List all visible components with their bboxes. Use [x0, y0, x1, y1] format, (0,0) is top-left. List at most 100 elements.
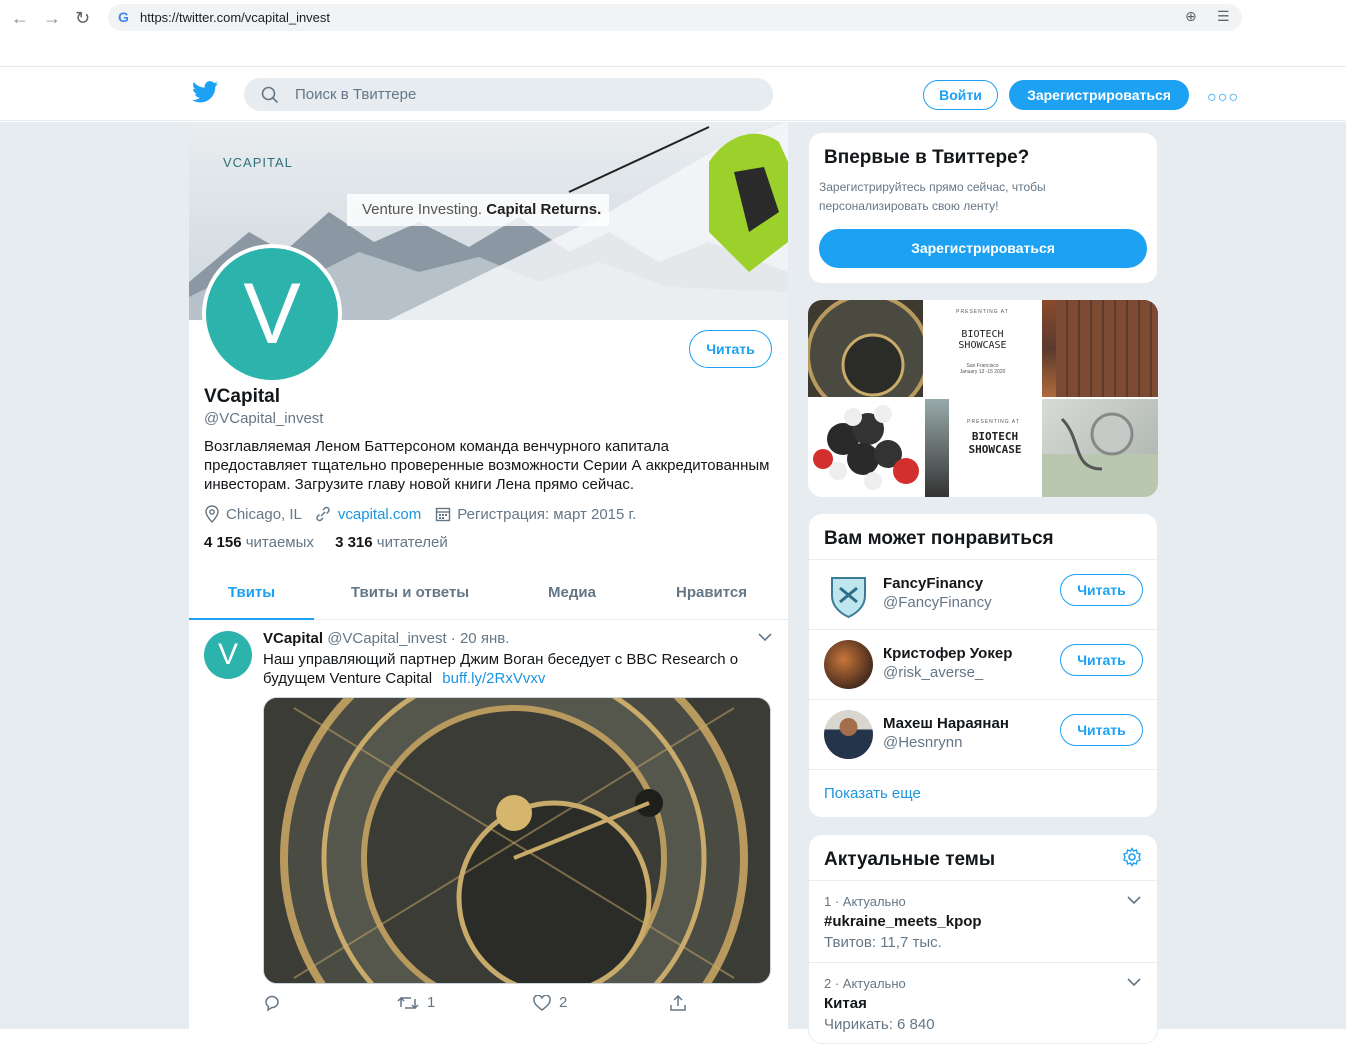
- tweet-avatar[interactable]: V: [204, 631, 252, 679]
- media-mosaic[interactable]: PRESENTING AT BIOTECH SHOWCASE San Franc…: [808, 300, 1158, 497]
- stethoscope-thumbnail: [1042, 412, 1158, 497]
- avatar[interactable]: [824, 570, 873, 619]
- gear-icon[interactable]: [1122, 847, 1142, 867]
- avatar-letter: V: [206, 248, 338, 380]
- profile-handle: @VCapital_invest: [204, 410, 324, 427]
- profile-website[interactable]: vcapital.com: [338, 506, 421, 523]
- link-icon: [316, 506, 330, 522]
- retweet-action[interactable]: 1: [397, 994, 435, 1011]
- signup-card-title: Впервые в Твиттере?: [824, 147, 1030, 168]
- profile-avatar[interactable]: V: [202, 244, 342, 384]
- share-action[interactable]: [669, 994, 687, 1012]
- trend-item[interactable]: 2 · Актуально Китая Чирикать: 6 840: [809, 962, 1157, 1043]
- profile-stats: 4 156 читаемых 3 316 читателей: [204, 534, 448, 551]
- login-button[interactable]: Войти: [923, 80, 998, 110]
- tweet-author[interactable]: VCapital: [263, 630, 323, 647]
- tweet-image[interactable]: [263, 697, 771, 984]
- back-icon[interactable]: ←: [11, 8, 29, 29]
- banner-tagline-bold: Capital Returns.: [486, 201, 602, 218]
- suggested-user-name[interactable]: Кристофер Уокер: [883, 645, 1012, 662]
- chevron-down-icon[interactable]: [758, 632, 772, 642]
- show-more-link[interactable]: Показать еще: [824, 785, 921, 802]
- browser-toolbar: ← → ↻ G https://twitter.com/vcapital_inv…: [0, 0, 1346, 36]
- trend-count: Чирикать: 6 840: [824, 1016, 935, 1033]
- reply-icon: [265, 995, 279, 1012]
- signup-button[interactable]: Зарегистрироваться: [1009, 80, 1189, 110]
- search-input[interactable]: [244, 78, 773, 111]
- mosaic-showcase-small-title: BIOTECH SHOWCASE: [958, 329, 1007, 351]
- mosaic-molecule-image[interactable]: [808, 399, 923, 497]
- reply-action[interactable]: [263, 994, 281, 1012]
- banner-tagline-light: Venture Investing.: [362, 201, 483, 218]
- retweet-count: 1: [427, 994, 436, 1011]
- person-icon: [832, 718, 865, 759]
- clock-thumbnail: [808, 300, 923, 397]
- banner-tagline: Venture Investing. Capital Returns.: [362, 201, 601, 218]
- mosaic-showcase[interactable]: PRESENTING AT BIOTECH SHOWCASE: [925, 399, 1040, 497]
- search-icon: [261, 86, 279, 104]
- twitter-header: Войти Зарегистрироваться ○○○: [0, 67, 1346, 121]
- profile-joined: Регистрация: март 2015 г.: [457, 505, 637, 523]
- building-facade: [1056, 300, 1158, 397]
- trend-tag[interactable]: #ukraine_meets_kpop: [824, 913, 982, 930]
- avatar[interactable]: [824, 640, 873, 689]
- mosaic-showcase-small-top: PRESENTING AT: [956, 309, 1009, 315]
- tweet-text: Наш управляющий партнер Джим Воган бесед…: [263, 650, 763, 688]
- suggested-user-handle: @FancyFinancy: [883, 594, 992, 611]
- suggested-user-name[interactable]: Махеш Нараянан: [883, 715, 1009, 732]
- signup-card: Впервые в Твиттере? Зарегистрируйтесь пр…: [808, 132, 1158, 284]
- tab-media[interactable]: Медиа: [529, 572, 615, 620]
- suggested-user-name[interactable]: FancyFinancy: [883, 575, 983, 592]
- heart-icon: [533, 994, 551, 1011]
- chevron-down-icon[interactable]: [1127, 977, 1141, 987]
- signup-card-button[interactable]: Зарегистрироваться: [819, 229, 1147, 268]
- calendar-icon: [436, 507, 451, 522]
- tab-tweets-replies[interactable]: Твиты и ответы: [339, 572, 481, 620]
- trend-tag[interactable]: Китая: [824, 995, 867, 1012]
- retweet-icon: [397, 996, 419, 1009]
- location-icon: [205, 505, 219, 523]
- city-strip: [925, 399, 949, 497]
- mosaic-showcase-small-place: San Francisco January 13 -15 2020: [959, 363, 1006, 375]
- mosaic-showcase-small[interactable]: PRESENTING AT BIOTECH SHOWCASE San Franc…: [925, 300, 1040, 397]
- follow-button[interactable]: Читать: [1060, 644, 1143, 676]
- signup-card-text: Зарегистрируйтесь прямо сейчас, чтобы пе…: [819, 180, 1046, 213]
- show-more-row: Показать еще: [809, 769, 1157, 817]
- more-icon[interactable]: ○○○: [1207, 89, 1239, 107]
- reload-icon[interactable]: ↻: [75, 8, 90, 29]
- tweet[interactable]: V VCapital @VCapital_invest · 20 янв. На…: [189, 620, 788, 1029]
- list-item[interactable]: Махеш Нараянан @Hesnrynn Читать: [809, 699, 1157, 769]
- shield-icon: [831, 577, 866, 619]
- mosaic-building-image[interactable]: [1042, 300, 1158, 397]
- followers-stat[interactable]: 3 316 читателей: [335, 534, 448, 551]
- following-stat[interactable]: 4 156 читаемых: [204, 534, 314, 551]
- molecule-thumbnail: [813, 405, 919, 490]
- mosaic-stethoscope-image[interactable]: [1042, 399, 1158, 497]
- share-icon: [670, 994, 686, 1011]
- chevron-down-icon[interactable]: [1127, 895, 1141, 905]
- tab-tweets[interactable]: Твиты: [189, 572, 314, 620]
- profile-name[interactable]: VCapital: [204, 386, 280, 408]
- tweet-link[interactable]: buff.ly/2RxVvxv: [442, 670, 545, 687]
- list-item[interactable]: FancyFinancy @FancyFinancy Читать: [809, 559, 1157, 629]
- trend-item[interactable]: 1 · Актуально #ukraine_meets_kpop Твитов…: [809, 880, 1157, 962]
- tweet-actions: 1 2: [263, 994, 763, 1018]
- banner-brand: VCAPITAL: [223, 155, 293, 170]
- like-action[interactable]: 2: [533, 994, 567, 1011]
- follow-button[interactable]: Читать: [1060, 574, 1143, 606]
- translate-icon[interactable]: ☰: [1217, 8, 1230, 25]
- tab-likes[interactable]: Нравится: [659, 572, 764, 620]
- mosaic-clock-image[interactable]: [808, 300, 923, 397]
- who-to-follow-title: Вам может понравиться: [824, 528, 1054, 549]
- follow-button[interactable]: Читать: [689, 330, 772, 368]
- forward-icon[interactable]: →: [43, 8, 61, 29]
- add-tab-icon[interactable]: ⊕: [1185, 8, 1197, 25]
- mosaic-showcase-title: BIOTECH SHOWCASE: [968, 430, 1022, 456]
- list-item[interactable]: Кристофер Уокер @risk_averse_ Читать: [809, 629, 1157, 699]
- profile-column: VCAPITAL Venture Investing. Capital Retu…: [189, 122, 788, 1029]
- twitter-bird-icon[interactable]: [192, 81, 218, 103]
- address-bar[interactable]: G https://twitter.com/vcapital_invest ⊕ …: [108, 4, 1242, 31]
- trend-count: Твитов: 11,7 тыс.: [824, 934, 942, 951]
- avatar[interactable]: [824, 710, 873, 759]
- follow-button[interactable]: Читать: [1060, 714, 1143, 746]
